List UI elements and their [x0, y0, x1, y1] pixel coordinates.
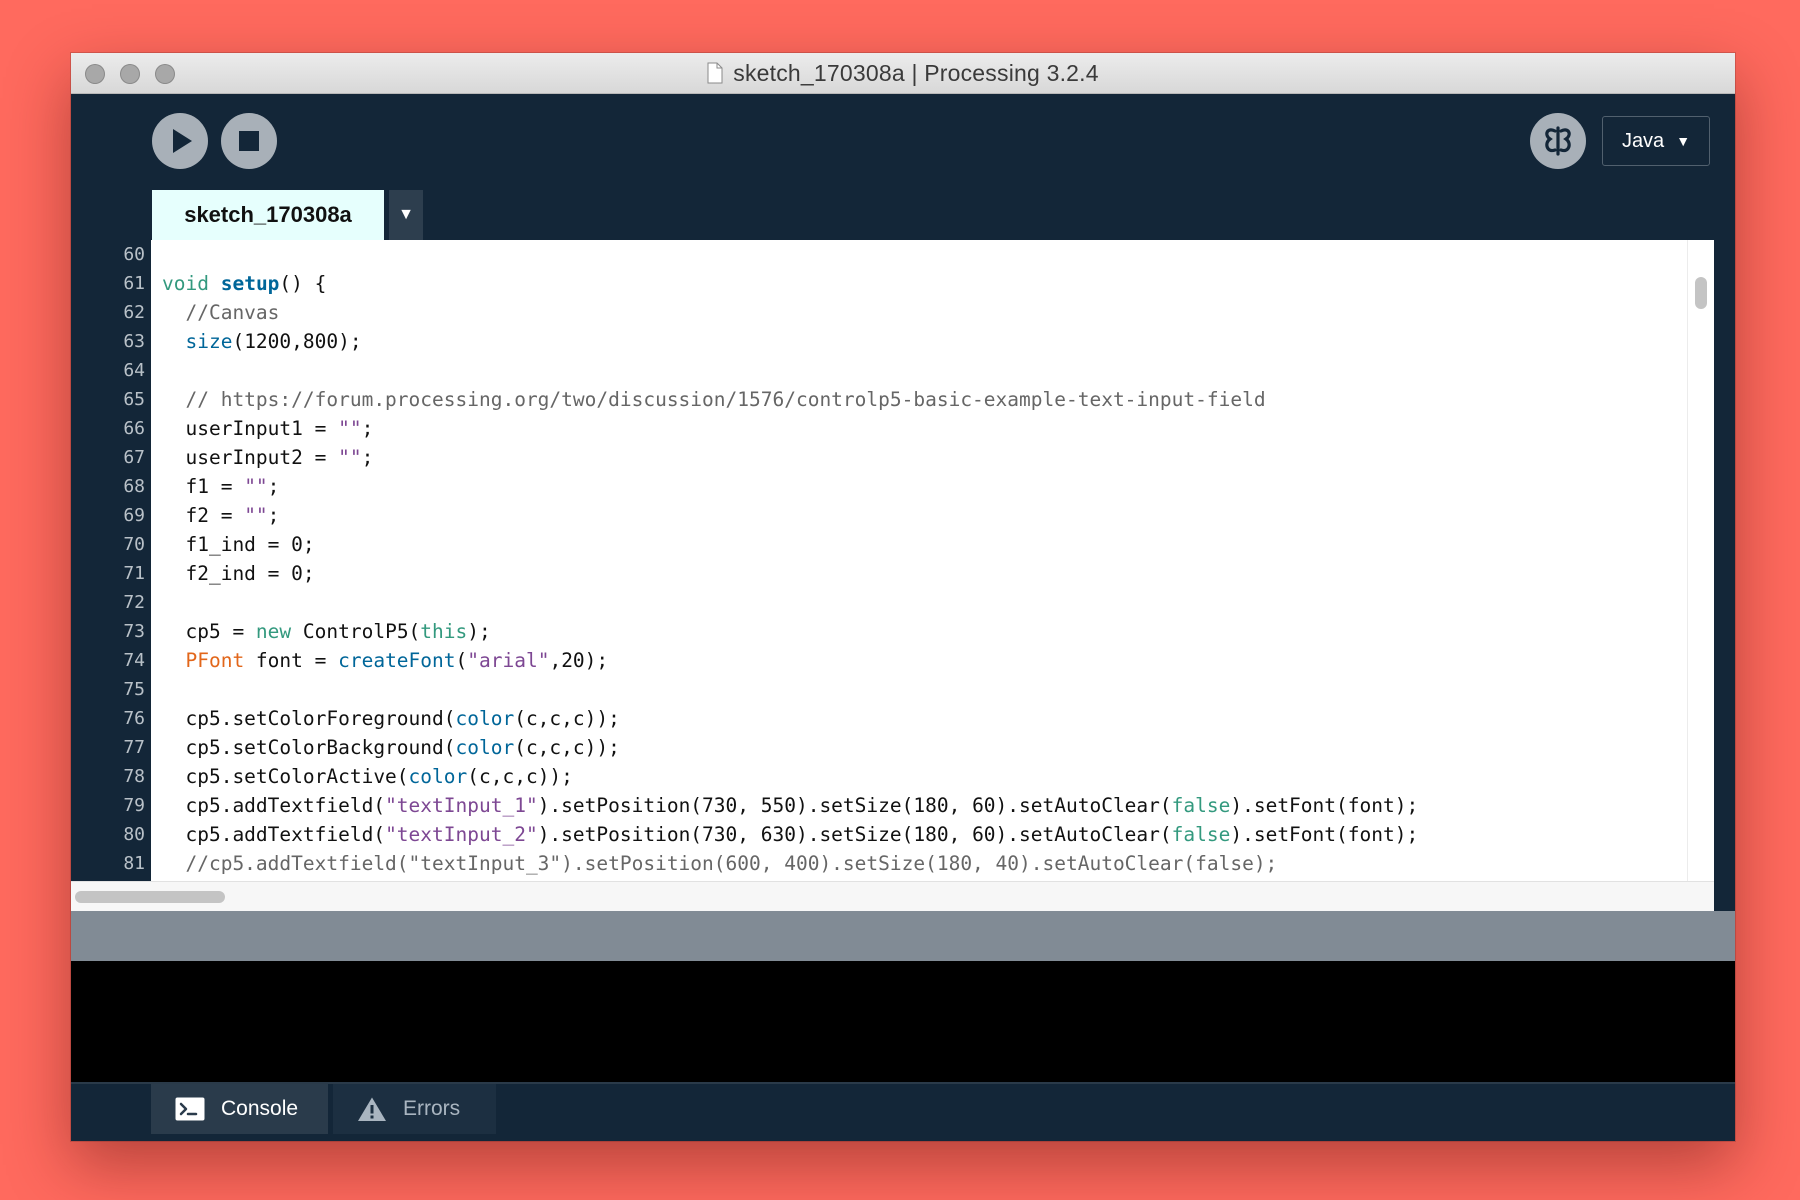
- line-number: 65: [123, 389, 145, 410]
- line-number: 75: [123, 679, 145, 700]
- code-line[interactable]: // https://forum.processing.org/two/disc…: [162, 385, 1674, 414]
- code-line[interactable]: userInput1 = "";: [162, 414, 1674, 443]
- line-number: 61: [123, 273, 145, 294]
- code-line[interactable]: cp5.setColorBackground(color(c,c,c));: [162, 733, 1674, 762]
- code-line[interactable]: userInput2 = "";: [162, 443, 1674, 472]
- document-icon: [707, 62, 723, 84]
- tab-menu-button[interactable]: ▼: [389, 190, 423, 240]
- tab-label: sketch_170308a: [184, 202, 352, 227]
- line-number: 80: [123, 824, 145, 845]
- code-editor[interactable]: void setup() { //Canvas size(1200,800); …: [151, 240, 1714, 881]
- chevron-down-icon: ▼: [1676, 133, 1691, 149]
- line-number: 73: [123, 621, 145, 642]
- mode-label: Java: [1621, 129, 1665, 152]
- horizontal-scrollbar[interactable]: [71, 881, 1714, 912]
- tab-console[interactable]: Console: [151, 1084, 328, 1134]
- line-numbers: 60 61 62 63 64 65 66 67 68 69 70 71 72 7…: [71, 240, 145, 878]
- message-area-divider[interactable]: [71, 911, 1735, 961]
- title-wrap: sketch_170308a | Processing 3.2.4: [71, 53, 1735, 93]
- code-line[interactable]: cp5.setColorForeground(color(c,c,c));: [162, 704, 1674, 733]
- code-line[interactable]: [162, 356, 1674, 385]
- code-line[interactable]: //Canvas: [162, 298, 1674, 327]
- horizontal-scroll-thumb[interactable]: [75, 891, 225, 903]
- console-output[interactable]: [71, 961, 1735, 1082]
- scroll-corner: [1714, 881, 1735, 911]
- line-number: 70: [123, 534, 145, 555]
- line-number: 71: [123, 563, 145, 584]
- console-tab-label: Console: [221, 1097, 299, 1120]
- code-line[interactable]: [162, 675, 1674, 704]
- tab-sketch[interactable]: sketch_170308a: [152, 190, 384, 240]
- line-number: 79: [123, 795, 145, 816]
- vertical-scroll-thumb[interactable]: [1695, 277, 1707, 309]
- line-number: 60: [123, 244, 145, 265]
- code-line[interactable]: PFont font = createFont("arial",20);: [162, 646, 1674, 675]
- code-line[interactable]: f2 = "";: [162, 501, 1674, 530]
- line-number: 62: [123, 302, 145, 323]
- line-number: 69: [123, 505, 145, 526]
- code-line[interactable]: f1 = "";: [162, 472, 1674, 501]
- code-line[interactable]: f2_ind = 0;: [162, 559, 1674, 588]
- vertical-scrollbar[interactable]: [1687, 240, 1714, 881]
- code-line[interactable]: [162, 240, 1674, 269]
- window-title: sketch_170308a | Processing 3.2.4: [733, 59, 1099, 86]
- line-number: 74: [123, 650, 145, 671]
- line-number: 72: [123, 592, 145, 613]
- code-line[interactable]: cp5.setColorActive(color(c,c,c));: [162, 762, 1674, 791]
- debugger-butterfly-icon: [1545, 126, 1571, 156]
- stop-icon: [239, 131, 259, 151]
- errors-tab-label: Errors: [403, 1097, 461, 1120]
- chevron-down-icon: ▼: [398, 206, 414, 223]
- code-line[interactable]: f1_ind = 0;: [162, 530, 1674, 559]
- stop-button[interactable]: [221, 113, 277, 169]
- debugger-button[interactable]: [1530, 113, 1586, 169]
- warning-icon: [358, 1097, 386, 1121]
- code-line[interactable]: void setup() {: [162, 269, 1674, 298]
- code-lines[interactable]: void setup() { //Canvas size(1200,800); …: [162, 240, 1674, 878]
- code-line[interactable]: cp5 = new ControlP5(this);: [162, 617, 1674, 646]
- line-number: 76: [123, 708, 145, 729]
- tab-errors[interactable]: Errors: [333, 1084, 496, 1134]
- code-line[interactable]: [162, 588, 1674, 617]
- code-line[interactable]: //cp5.addTextfield("textInput_3").setPos…: [162, 849, 1674, 878]
- line-number: 68: [123, 476, 145, 497]
- run-button[interactable]: [152, 113, 208, 169]
- processing-window: sketch_170308a | Processing 3.2.4 Java ▼…: [71, 53, 1735, 1141]
- line-number: 81: [123, 853, 145, 874]
- terminal-icon: [175, 1097, 205, 1121]
- code-line[interactable]: size(1200,800);: [162, 327, 1674, 356]
- mode-selector[interactable]: Java ▼: [1602, 116, 1710, 166]
- line-number: 64: [123, 360, 145, 381]
- line-number: 78: [123, 766, 145, 787]
- code-line[interactable]: cp5.addTextfield("textInput_2").setPosit…: [162, 820, 1674, 849]
- line-number: 66: [123, 418, 145, 439]
- line-number: 63: [123, 331, 145, 352]
- title-bar[interactable]: sketch_170308a | Processing 3.2.4: [71, 53, 1735, 94]
- line-number: 77: [123, 737, 145, 758]
- play-icon: [173, 129, 192, 153]
- code-line[interactable]: cp5.addTextfield("textInput_1").setPosit…: [162, 791, 1674, 820]
- footer-bar: Console Errors: [71, 1082, 1735, 1141]
- line-number: 67: [123, 447, 145, 468]
